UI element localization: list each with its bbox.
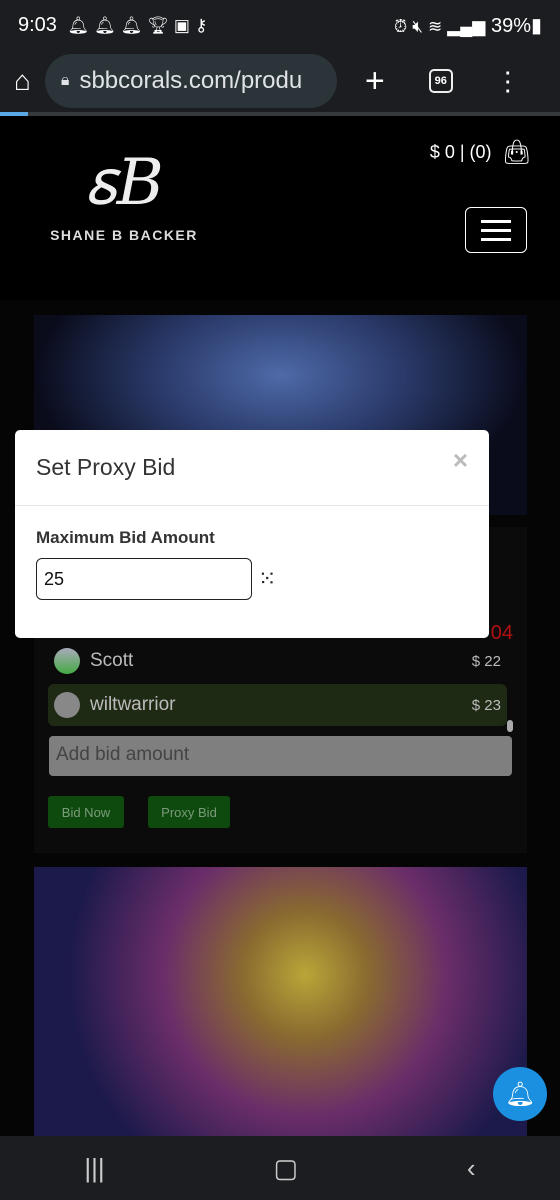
close-icon[interactable]: × xyxy=(453,445,468,476)
avatar xyxy=(54,648,80,674)
bell-icon: 🔔︎ xyxy=(94,15,116,35)
bid-now-button[interactable]: Bid Now xyxy=(48,796,124,828)
signal-icon: ▂▄▆ xyxy=(447,16,486,36)
proxy-bid-modal: Set Proxy Bid × Maximum Bid Amount ⁙ xyxy=(15,430,489,638)
back-icon[interactable]: ‹ xyxy=(467,1153,476,1184)
bell-icon: 🔔︎ xyxy=(120,15,143,35)
site-logo[interactable]: ꟙB SHANE B BACKER xyxy=(34,136,214,243)
site-header: ꟙB SHANE B BACKER $ 0 | (0) 👜︎ xyxy=(0,116,560,300)
add-bid-input[interactable]: Add bid amount xyxy=(49,736,512,776)
new-tab-icon[interactable]: + xyxy=(365,62,385,101)
notification-bell-button[interactable]: 🔔︎ xyxy=(493,1067,547,1121)
loading-spinner-icon: ⁙ xyxy=(258,566,277,591)
key-icon: ⚷ xyxy=(194,15,208,35)
bid-list-scrollbar[interactable] xyxy=(507,720,513,732)
mute-icon: 🔇︎ xyxy=(412,16,423,36)
avatar xyxy=(54,692,80,718)
bid-row: wiltwarrior $ 23 xyxy=(48,684,507,726)
proxy-bid-button[interactable]: Proxy Bid xyxy=(148,796,230,828)
max-bid-label: Maximum Bid Amount xyxy=(36,528,215,547)
bid-row: Scott $ 22 xyxy=(48,640,507,682)
coral-image xyxy=(34,867,527,1136)
max-bid-input[interactable] xyxy=(36,558,252,600)
status-bar: 9:03 🔔︎ 🔔︎ 🔔︎ 🏆︎ ▣ ⚷ ⏰︎ 🔇︎ ≋ ▂▄▆ 39%▮ xyxy=(0,0,560,50)
home-icon[interactable]: ⌂ xyxy=(14,65,31,97)
trophy-icon: 🏆︎ xyxy=(147,15,169,35)
alarm-icon: ⏰︎ xyxy=(393,16,408,36)
browser-toolbar: ⌂ 🔒︎ sbbcorals.com/produ + 96 ⋮ xyxy=(0,50,560,112)
bidder-name: wiltwarrior xyxy=(90,694,176,715)
recent-apps-icon[interactable]: ||| xyxy=(84,1153,104,1184)
logo-name: SHANE B BACKER xyxy=(50,227,198,243)
bell-icon: 🔔︎ xyxy=(67,15,90,35)
bid-amount: $ 23 xyxy=(471,696,501,714)
shopping-bag-icon: 👜︎ xyxy=(501,139,532,166)
logo-mark: ꟙB xyxy=(84,146,164,220)
lock-icon: 🔒︎ xyxy=(60,72,70,89)
battery-level: 39% xyxy=(490,14,531,37)
more-menu-icon[interactable]: ⋮ xyxy=(495,66,521,97)
modal-title: Set Proxy Bid xyxy=(36,454,176,480)
home-button-icon[interactable]: ▢ xyxy=(274,1153,299,1184)
bell-icon: 🔔︎ xyxy=(504,1080,536,1108)
tab-switcher-button[interactable]: 96 xyxy=(428,69,453,93)
cart-summary: $ 0 | (0) xyxy=(429,142,492,162)
bid-amount: $ 22 xyxy=(471,652,501,670)
bidder-name: Scott xyxy=(90,650,134,671)
cart-link[interactable]: $ 0 | (0) 👜︎ xyxy=(430,138,532,167)
product-page: 04 Scott $ 22 wiltwarrior $ 23 Add bid amo… xyxy=(0,300,560,1136)
hamburger-menu-button[interactable] xyxy=(465,207,527,253)
battery-icon: ▮ xyxy=(530,14,542,37)
speaker-icon: ▣ xyxy=(173,15,190,35)
wifi-icon: ≋ xyxy=(427,16,443,36)
address-bar[interactable]: 🔒︎ sbbcorals.com/produ xyxy=(44,54,337,108)
url-text: sbbcorals.com/produ xyxy=(79,67,303,94)
android-nav-bar: ||| ▢ ‹ xyxy=(0,1136,560,1200)
clock: 9:03 xyxy=(18,13,57,36)
